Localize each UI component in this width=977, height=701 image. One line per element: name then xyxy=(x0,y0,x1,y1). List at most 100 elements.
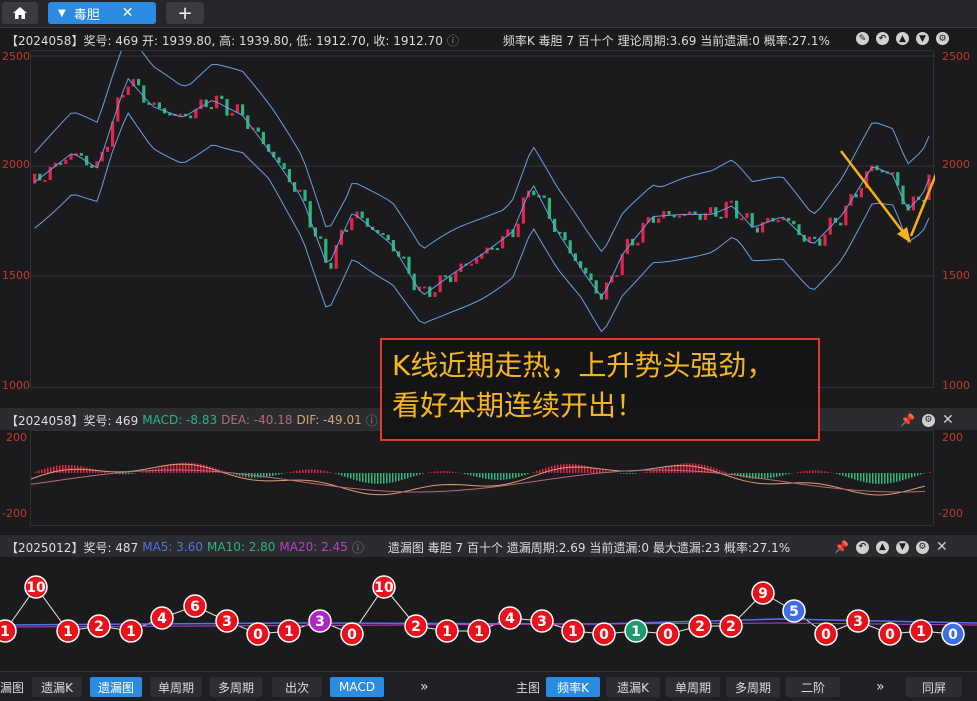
btn-miss-chart[interactable]: 遗漏图 xyxy=(90,677,142,697)
kline-info: 【2024058】奖号: 469 开: 1939.80, 高: 1939.80,… xyxy=(6,33,443,48)
macd-bar xyxy=(92,468,94,473)
arrow-up-icon[interactable]: ▲ xyxy=(896,32,909,45)
macd-bar xyxy=(629,473,631,475)
settings-icon[interactable]: ⚙ xyxy=(936,32,949,45)
macd-ytick-left-neg200: -200 xyxy=(2,507,27,520)
kline-ytick-right-1000: 1000 xyxy=(942,379,970,392)
macd-bar xyxy=(35,471,37,473)
close-icon[interactable]: ✕ xyxy=(936,539,948,555)
kline-candle xyxy=(589,273,593,281)
btn-miss-k[interactable]: 遗漏K xyxy=(32,677,82,697)
pen-icon[interactable]: ✎ xyxy=(856,32,869,45)
help-icon[interactable]: ⓘ xyxy=(366,412,378,429)
btn-single-period[interactable]: 单周期 xyxy=(150,677,202,697)
macd-bar xyxy=(857,473,859,481)
btn-freq-k[interactable]: 频率K xyxy=(546,677,600,697)
btn-same-screen[interactable]: 同屏 xyxy=(906,677,962,697)
macd-bar xyxy=(854,473,856,480)
macd-bar xyxy=(788,473,790,475)
miss-chart[interactable]: 1 10 1 2 1 4 6 3 0 1 3 0 10 2 1 1 4 3 1 0 1 0 2 2 9 5 0 3 0 1 0 xyxy=(0,557,977,669)
home-tab[interactable] xyxy=(2,2,38,24)
macd-bar xyxy=(374,473,376,484)
annotation-line-2: 看好本期连续开出！ xyxy=(392,389,645,422)
macd-bar xyxy=(551,466,553,473)
settings-icon[interactable]: ⚙ xyxy=(915,540,929,554)
macd-bar xyxy=(452,471,454,473)
macd-bar xyxy=(470,473,472,476)
close-icon[interactable]: ✕ xyxy=(122,5,134,21)
macd-bar xyxy=(881,473,883,484)
btn-single-period-main[interactable]: 单周期 xyxy=(666,677,720,697)
macd-bar xyxy=(302,469,304,473)
macd-bar xyxy=(512,473,514,479)
macd-bar xyxy=(296,470,298,473)
undo-icon[interactable]: ↶ xyxy=(876,32,889,45)
btn-miss-k-main[interactable]: 遗漏K xyxy=(606,677,660,697)
tab-dudan[interactable]: ▼ 毒胆 ✕ xyxy=(48,2,156,24)
undo-icon[interactable]: ↶ xyxy=(855,540,869,554)
macd-bar xyxy=(323,470,325,473)
miss-node-label: 4 xyxy=(505,611,515,627)
arrow-down-icon[interactable]: ▼ xyxy=(916,32,929,45)
kline-candle xyxy=(178,113,182,116)
macd-bar xyxy=(338,473,340,475)
macd-bar xyxy=(272,473,274,476)
bottom-cut-label[interactable]: 漏图 xyxy=(0,677,24,697)
macd-bar xyxy=(440,471,442,473)
pin-icon[interactable]: 📌 xyxy=(834,540,849,554)
btn-second-order[interactable]: 二阶 xyxy=(786,677,840,697)
help-icon[interactable]: ⓘ xyxy=(447,32,459,49)
help-icon[interactable]: ⓘ xyxy=(352,539,364,556)
macd-bar xyxy=(419,473,421,475)
miss-node-label: 1 xyxy=(631,624,641,640)
macd-bar xyxy=(41,469,43,473)
kline-candle xyxy=(469,263,473,266)
arrow-down-icon[interactable]: ▼ xyxy=(895,540,909,554)
btn-out-count[interactable]: 出次 xyxy=(272,677,322,697)
kline-candle xyxy=(152,102,156,105)
kline-candle xyxy=(839,222,843,226)
annotation-box: K线近期走热，上升势头强劲， 看好本期连续开出！ xyxy=(380,338,820,441)
macd-bar xyxy=(341,473,343,476)
macd-bar xyxy=(293,471,295,473)
close-icon[interactable]: ✕ xyxy=(942,412,954,428)
macd-bar xyxy=(830,472,832,473)
arrow-up-icon[interactable]: ▲ xyxy=(875,540,889,554)
miss-node-label: 0 xyxy=(253,627,263,643)
btn-multi-period[interactable]: 多周期 xyxy=(210,677,262,697)
macd-chart[interactable] xyxy=(30,430,934,526)
miss-node-label: 1 xyxy=(0,624,10,640)
macd-svg xyxy=(30,462,931,496)
add-tab-button[interactable]: + xyxy=(166,2,204,24)
macd-bar xyxy=(464,473,466,475)
more-right-button[interactable]: » xyxy=(876,677,885,697)
macd-bar xyxy=(260,473,262,478)
macd-bar xyxy=(497,473,499,480)
btn-multi-period-main[interactable]: 多周期 xyxy=(726,677,780,697)
settings-icon[interactable]: ⚙ xyxy=(921,413,935,427)
macd-bar xyxy=(356,473,358,481)
kline-candle xyxy=(532,190,536,196)
macd-bar xyxy=(518,473,520,477)
macd-bar xyxy=(779,473,781,477)
macd-bar xyxy=(491,473,493,480)
dea-line xyxy=(30,469,926,493)
kline-stats: 频率K 毒胆 7 百十个 理论周期:3.69 当前遗漏:0 概率:27.1% xyxy=(502,33,830,48)
macd-bar xyxy=(836,473,838,474)
more-left-button[interactable]: » xyxy=(420,677,429,697)
macd-bar xyxy=(875,473,877,484)
miss-node-label: 1 xyxy=(442,624,452,640)
macd-bar xyxy=(65,464,67,473)
macd-bar xyxy=(275,473,277,476)
miss-node-label: 1 xyxy=(568,624,578,640)
miss-node-label: 4 xyxy=(157,611,167,627)
macd-bar xyxy=(803,471,805,473)
btn-macd[interactable]: MACD xyxy=(330,677,384,697)
macd-bar xyxy=(869,473,871,484)
macd-bar xyxy=(479,473,481,478)
macd-bar xyxy=(269,473,271,477)
pin-icon[interactable]: 📌 xyxy=(900,413,915,427)
macd-ytick-left-200: 200 xyxy=(6,431,27,444)
kline-candle xyxy=(823,234,827,246)
macd-bar xyxy=(278,473,280,475)
